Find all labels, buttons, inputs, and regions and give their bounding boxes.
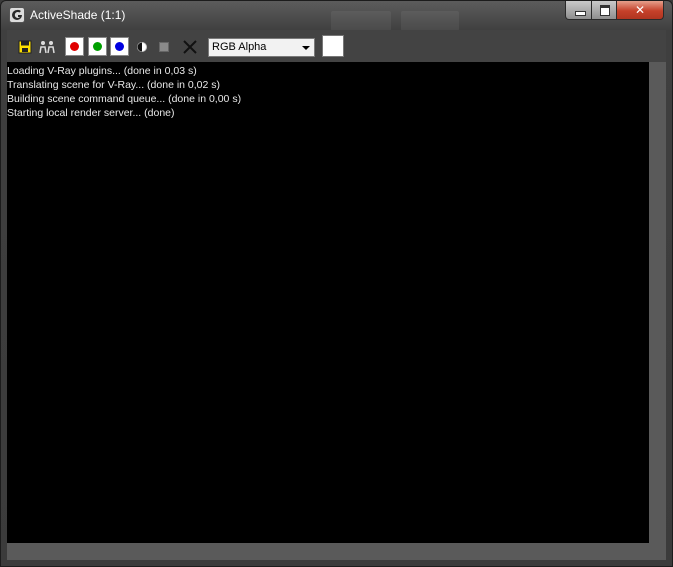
- app-logo-icon[interactable]: [9, 7, 25, 23]
- log-line: Starting local render server... (done): [7, 107, 175, 119]
- minimize-button[interactable]: [565, 1, 592, 20]
- channel-display-select[interactable]: RGB Alpha: [208, 38, 315, 57]
- clear-icon[interactable]: [182, 39, 198, 55]
- log-line: Loading V-Ray plugins... (done in 0,03 s…: [7, 65, 197, 77]
- vertical-scrollbar[interactable]: [649, 62, 666, 543]
- background-ghost: [401, 11, 459, 31]
- save-icon[interactable]: [17, 39, 33, 55]
- log-line: Building scene command queue... (done in…: [7, 93, 242, 105]
- close-icon: ✕: [634, 3, 646, 17]
- close-button[interactable]: ✕: [616, 1, 664, 20]
- chevron-down-icon: [302, 46, 310, 50]
- red-channel-icon: [70, 42, 79, 51]
- toolbar: RGB Alpha: [7, 30, 666, 62]
- blue-channel-icon: [115, 42, 124, 51]
- window-title: ActiveShade (1:1): [30, 8, 126, 22]
- activeshade-window: ActiveShade (1:1) ✕ RGB Alpha Loading V-…: [0, 0, 673, 567]
- render-viewport: Loading V-Ray plugins... (done in 0,03 s…: [7, 62, 649, 543]
- render-log: Loading V-Ray plugins... (done in 0,03 s…: [7, 64, 241, 120]
- channel-display-value: RGB Alpha: [212, 41, 267, 53]
- alpha-channel-icon[interactable]: [134, 39, 150, 55]
- maximize-button[interactable]: [591, 1, 617, 20]
- green-channel-button[interactable]: [88, 37, 107, 56]
- green-channel-icon: [93, 42, 102, 51]
- color-swatch[interactable]: [322, 35, 344, 57]
- log-line: Translating scene for V-Ray... (done in …: [7, 79, 221, 91]
- maximize-icon: [600, 5, 610, 16]
- horizontal-scrollbar[interactable]: [7, 543, 666, 560]
- minimize-icon: [575, 11, 586, 16]
- blue-channel-button[interactable]: [110, 37, 129, 56]
- background-ghost: [331, 11, 391, 31]
- clone-icon[interactable]: [38, 39, 55, 55]
- title-bar[interactable]: ActiveShade (1:1) ✕: [1, 1, 672, 31]
- monochrome-icon[interactable]: [156, 39, 172, 55]
- red-channel-button[interactable]: [65, 37, 84, 56]
